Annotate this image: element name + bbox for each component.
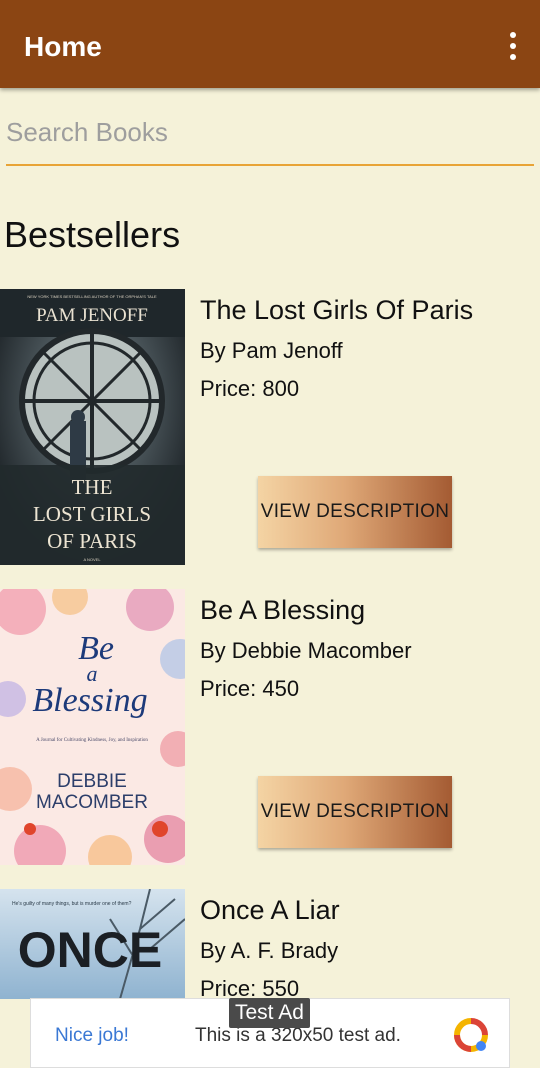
- svg-text:PAM JENOFF: PAM JENOFF: [36, 305, 148, 326]
- svg-text:ONCE: ONCE: [18, 922, 162, 978]
- svg-text:NEW YORK TIMES BESTSELLING AUT: NEW YORK TIMES BESTSELLING AUTHOR OF THE…: [27, 294, 157, 299]
- book-cover-image: Be a Blessing A Journal for Cultivating …: [0, 589, 185, 865]
- app-bar: Home: [0, 0, 540, 88]
- search-input[interactable]: [6, 110, 534, 164]
- book-cover-image: NEW YORK TIMES BESTSELLING AUTHOR OF THE…: [0, 289, 185, 565]
- svg-text:OF PARIS: OF PARIS: [47, 529, 137, 553]
- ad-message: This is a 320x50 test ad.: [195, 1025, 401, 1046]
- book-author: By Debbie Macomber: [200, 638, 412, 663]
- search-field[interactable]: [6, 110, 534, 166]
- section-title: Bestsellers: [4, 214, 181, 255]
- book-title: Be A Blessing: [200, 595, 366, 625]
- book-title: Once A Liar: [200, 895, 340, 925]
- svg-text:He's guilty of many things, bu: He's guilty of many things, but is murde…: [12, 901, 132, 907]
- ad-nice-job-text: Nice job!: [55, 1025, 129, 1046]
- overflow-menu-icon[interactable]: [506, 32, 520, 60]
- book-price: Price: 450: [200, 676, 300, 701]
- book-title: The Lost Girls Of Paris: [200, 295, 474, 325]
- page-title: Home: [24, 31, 102, 62]
- test-ad-label: Test Ad: [229, 998, 310, 1028]
- book-card: NEW YORK TIMES BESTSELLING AUTHOR OF THE…: [0, 289, 540, 565]
- book-card: Be a Blessing A Journal for Cultivating …: [0, 589, 540, 865]
- svg-text:A Journal for Cultivating Kind: A Journal for Cultivating Kindness, Joy,…: [36, 738, 148, 743]
- svg-text:THE: THE: [72, 475, 113, 499]
- svg-text:LOST GIRLS: LOST GIRLS: [33, 502, 151, 526]
- book-price: Price: 800: [200, 376, 300, 401]
- ad-logo-icon: [453, 1017, 489, 1058]
- view-description-button[interactable]: VIEW DESCRIPTION: [258, 776, 452, 848]
- svg-text:MACOMBER: MACOMBER: [36, 792, 148, 813]
- book-author: By Pam Jenoff: [200, 338, 343, 363]
- svg-text:DEBBIE: DEBBIE: [57, 771, 127, 792]
- book-author: By A. F. Brady: [200, 938, 339, 963]
- svg-text:Blessing: Blessing: [32, 682, 147, 719]
- svg-text:A NOVEL: A NOVEL: [83, 557, 101, 562]
- book-cover-image: He's guilty of many things, but is murde…: [0, 889, 185, 999]
- view-description-button[interactable]: VIEW DESCRIPTION: [258, 476, 452, 548]
